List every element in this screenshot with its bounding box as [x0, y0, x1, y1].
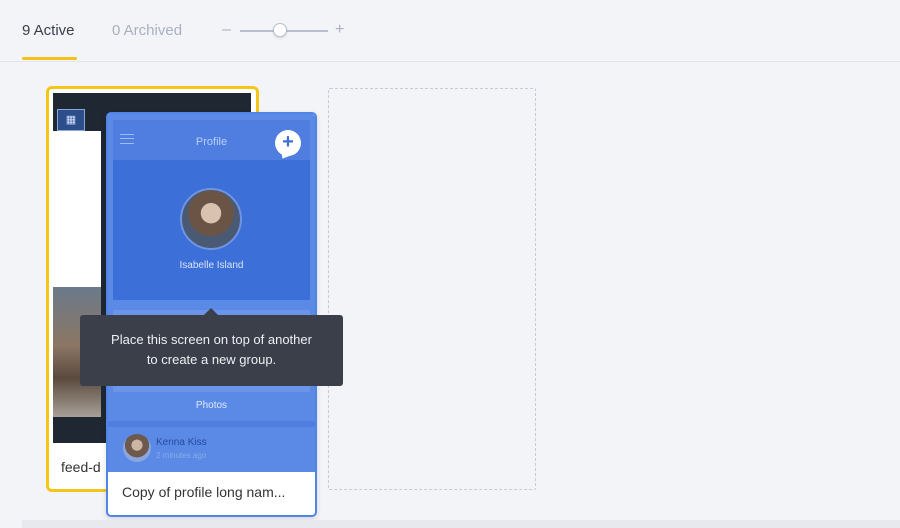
zoom-out-button[interactable]: –: [222, 20, 231, 40]
screen-card-label: feed-d: [61, 459, 101, 475]
tab-archived[interactable]: 0 Archived: [112, 22, 182, 39]
add-comment-icon: +: [275, 130, 301, 156]
comment-timestamp: 2 minutes ago: [156, 451, 207, 460]
zoom-in-button[interactable]: +: [335, 20, 344, 40]
bottom-scroll-area: [22, 520, 900, 528]
tab-active[interactable]: 9 Active: [22, 22, 75, 39]
comment-avatar: [123, 434, 151, 462]
comment-author: Kenna Kiss: [156, 437, 207, 448]
top-bar: 9 Active 0 Archived – +: [0, 0, 900, 62]
zoom-slider-handle[interactable]: [272, 23, 287, 37]
screen-card-label: Copy of profile long nam...: [122, 484, 286, 500]
contact-card-icon: ▦: [57, 109, 85, 131]
grouping-tooltip: Place this screen on top of another to c…: [80, 308, 343, 386]
empty-drop-slot[interactable]: [328, 88, 536, 490]
photos-label: Photos: [195, 400, 228, 411]
avatar: [180, 188, 242, 250]
active-tab-indicator: [22, 57, 77, 60]
tooltip-line-2: to create a new group.: [146, 352, 277, 367]
divider: [108, 421, 315, 427]
profile-name: Isabelle Island: [179, 260, 244, 271]
tooltip-line-1: Place this screen on top of another: [111, 332, 312, 347]
screen-thumbnail: Profile + Isabelle Island Photos Kenna K…: [108, 114, 315, 472]
